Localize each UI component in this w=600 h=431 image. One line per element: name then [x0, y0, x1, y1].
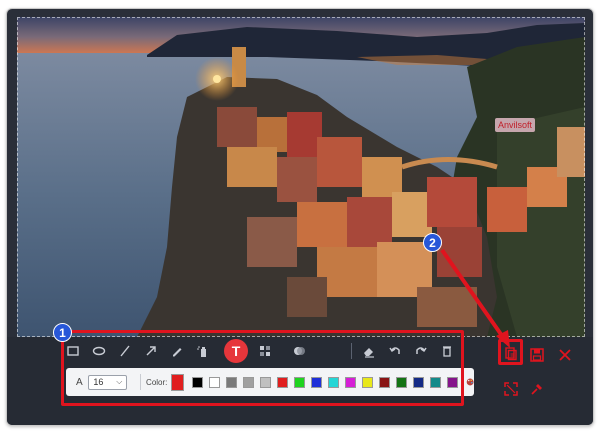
pointer-arrow — [440, 248, 510, 348]
step-badge-2: 2 — [423, 233, 442, 252]
